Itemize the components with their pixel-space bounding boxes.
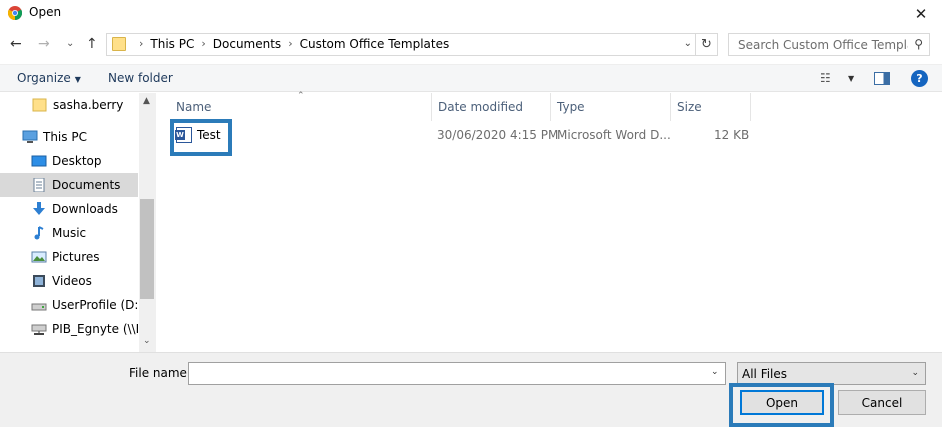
file-type-filter-select[interactable]: All Files ⌄ xyxy=(737,362,926,385)
breadcrumb-separator[interactable]: › xyxy=(201,37,205,51)
highlight-box-open-button xyxy=(729,383,834,427)
sidebar-item-label: Desktop xyxy=(52,154,102,168)
sidebar-item-documents[interactable]: Documents xyxy=(0,173,138,197)
up-arrow-icon[interactable]: ↑ xyxy=(86,36,98,52)
sidebar-item-label: Videos xyxy=(52,274,92,288)
new-folder-button[interactable]: New folder xyxy=(108,71,173,85)
file-date-modified: 30/06/2020 4:15 PM xyxy=(437,128,559,142)
sidebar-item-music[interactable]: Music xyxy=(0,221,138,245)
address-bar[interactable]: › This PC › Documents › Custom Office Te… xyxy=(106,33,718,56)
sidebar-item-desktop[interactable]: Desktop xyxy=(0,149,138,173)
sidebar-item-label: UserProfile (D:) xyxy=(52,298,138,312)
column-header-date-modified[interactable]: Date modified xyxy=(432,93,551,121)
command-toolbar: Organize ▼ New folder ☷ ▼ ? xyxy=(0,64,942,92)
scroll-down-arrow-icon[interactable]: ⌄ xyxy=(143,336,151,346)
breadcrumb: › This PC › Documents › Custom Office Te… xyxy=(132,37,449,51)
organize-button[interactable]: Organize ▼ xyxy=(17,71,81,85)
sidebar-item-downloads[interactable]: Downloads xyxy=(0,197,138,221)
pictures-icon xyxy=(31,251,47,263)
recent-locations-chevron-icon[interactable]: ⌄ xyxy=(66,38,74,49)
file-list: ⌃ Name Date modified Type Size Test 30/0… xyxy=(157,91,942,352)
breadcrumb-this-pc[interactable]: This PC xyxy=(150,37,194,51)
preview-pane-icon[interactable] xyxy=(874,72,890,85)
navigation-pane: sasha.berry This PC Desktop Documents Do… xyxy=(0,93,156,352)
sidebar-item-label: Downloads xyxy=(52,202,118,216)
cancel-button[interactable]: Cancel xyxy=(838,390,926,415)
computer-icon xyxy=(22,130,38,143)
chevron-down-icon: ⌄ xyxy=(911,368,919,378)
sidebar-item-pib-egnyte[interactable]: PIB_Egnyte (\\Eg xyxy=(0,317,138,341)
highlight-box-test-file xyxy=(170,119,232,156)
sidebar-item-label: Music xyxy=(52,226,87,240)
downloads-icon xyxy=(33,202,45,215)
file-size: 12 KB xyxy=(714,128,750,142)
sidebar-item-pictures[interactable]: Pictures xyxy=(0,245,138,269)
sidebar-item-userprofile-drive[interactable]: UserProfile (D:) xyxy=(0,293,138,317)
user-folder-icon xyxy=(32,98,47,112)
sidebar-item-videos[interactable]: Videos xyxy=(0,269,138,293)
search-input[interactable]: Search Custom Office Templa... ⚲ xyxy=(728,33,930,56)
back-arrow-icon[interactable]: ← xyxy=(10,36,22,52)
column-header-type[interactable]: Type xyxy=(551,93,671,121)
refresh-icon[interactable]: ↻ xyxy=(695,34,717,55)
scrollbar-thumb[interactable] xyxy=(140,199,154,299)
file-name-dropdown-icon[interactable]: ⌄ xyxy=(711,367,719,377)
chrome-icon xyxy=(8,6,22,20)
breadcrumb-documents[interactable]: Documents xyxy=(213,37,281,51)
address-dropdown-chevron-icon[interactable]: ⌄ xyxy=(684,38,692,49)
file-name-label: File name: xyxy=(129,366,191,380)
sidebar-scrollbar[interactable]: ▲ ⌄ xyxy=(139,93,156,352)
column-header-size[interactable]: Size xyxy=(671,93,751,121)
view-options-icon[interactable]: ☷ xyxy=(820,71,831,85)
title-bar: Open ✕ xyxy=(0,0,942,27)
search-icon[interactable]: ⚲ xyxy=(914,37,923,51)
sidebar-item-label: sasha.berry xyxy=(53,98,124,112)
caret-down-icon: ▼ xyxy=(74,75,81,84)
breadcrumb-separator: › xyxy=(139,37,144,50)
sidebar-item-sasha-berry[interactable]: sasha.berry xyxy=(0,93,138,117)
forward-arrow-icon[interactable]: → xyxy=(38,36,50,52)
sidebar-item-label: PIB_Egnyte (\\Eg xyxy=(52,322,138,336)
sidebar-item-label: Documents xyxy=(52,178,121,192)
file-name-input[interactable] xyxy=(188,362,726,385)
documents-icon xyxy=(33,178,45,192)
file-type: Microsoft Word D... xyxy=(557,128,671,142)
videos-icon xyxy=(33,275,45,287)
sidebar-item-label: Pictures xyxy=(52,250,100,264)
file-row-test[interactable]: Test 30/06/2020 4:15 PM Microsoft Word D… xyxy=(157,123,757,147)
column-header-name[interactable]: Name xyxy=(170,93,432,121)
help-icon[interactable]: ? xyxy=(911,70,928,87)
view-options-caret-icon[interactable]: ▼ xyxy=(848,74,854,83)
window-title: Open xyxy=(29,5,62,19)
desktop-icon xyxy=(31,155,47,167)
network-drive-icon xyxy=(31,324,47,335)
breadcrumb-custom-office-templates[interactable]: Custom Office Templates xyxy=(300,37,450,51)
sidebar-item-this-pc[interactable]: This PC xyxy=(0,125,138,149)
file-type-filter-value: All Files xyxy=(742,367,788,381)
drive-icon xyxy=(31,303,47,311)
close-icon[interactable]: ✕ xyxy=(900,0,942,27)
organize-label: Organize xyxy=(17,71,71,85)
scroll-up-arrow-icon[interactable]: ▲ xyxy=(143,96,150,106)
folder-icon xyxy=(112,37,126,51)
breadcrumb-separator[interactable]: › xyxy=(288,37,292,51)
search-placeholder: Search Custom Office Templa... xyxy=(738,38,908,52)
sidebar-item-label: This PC xyxy=(43,130,87,144)
music-icon xyxy=(34,226,44,240)
